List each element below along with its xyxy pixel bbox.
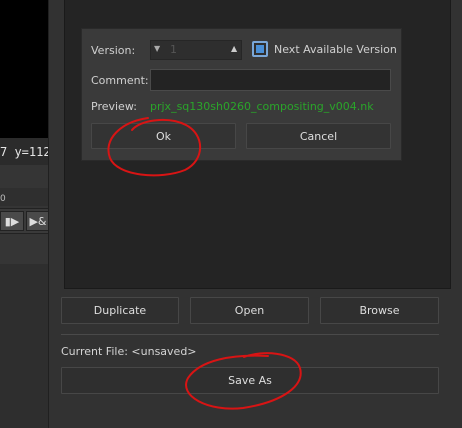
next-version-label[interactable]: Next Available Version [274,43,397,56]
version-label: Version: [91,44,136,57]
preview-filename: prjx_sq130sh0260_compositing_v004.nk [150,100,374,113]
open-button[interactable]: Open [190,297,309,324]
play-forward-button[interactable]: ▶& [26,211,50,231]
current-file-label: Current File: <unsaved> [61,345,197,358]
browse-button[interactable]: Browse [320,297,439,324]
ok-button[interactable]: Ok [91,123,236,149]
save-as-button[interactable]: Save As [61,367,439,394]
cancel-button[interactable]: Cancel [246,123,391,149]
timeline-tick-label: 0 [0,194,6,204]
divider [61,334,439,335]
duplicate-button[interactable]: Duplicate [61,297,179,324]
preview-label: Preview: [91,100,137,113]
comment-label: Comment: [91,74,149,87]
version-value: 1 [170,43,177,56]
version-spinner[interactable] [150,40,242,60]
checkbox-checked-indicator [256,45,264,53]
down-arrow-icon[interactable]: ▼ [154,44,160,53]
background-coordinates: 7 y=112 [0,145,51,159]
play-reverse-button[interactable]: ▮▶ [0,211,24,231]
comment-input[interactable] [150,69,391,91]
next-version-checkbox[interactable] [252,41,268,57]
up-arrow-icon[interactable]: ▲ [231,44,237,53]
